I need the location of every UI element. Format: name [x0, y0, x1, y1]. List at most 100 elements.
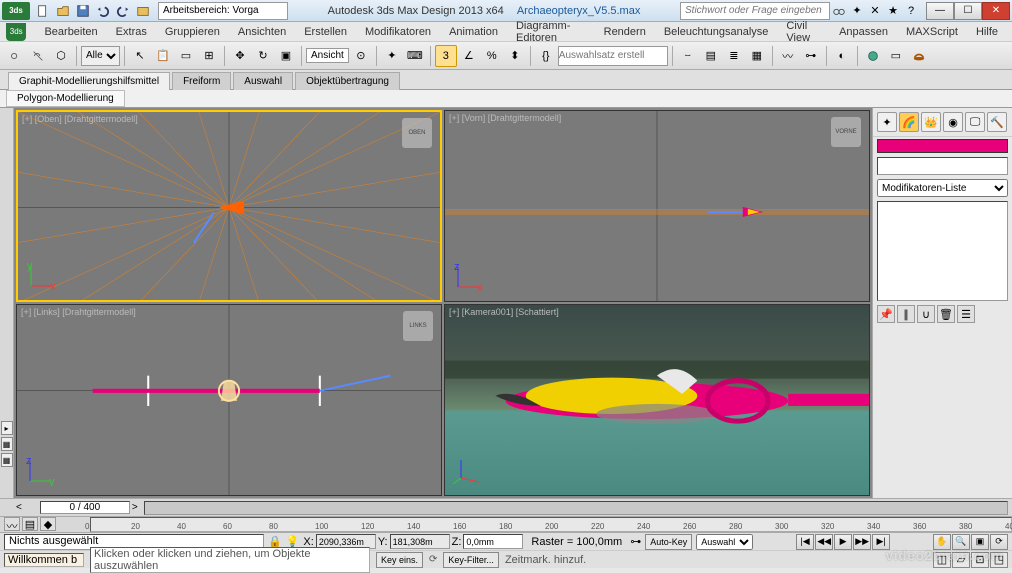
hierarchy-tab-icon[interactable]: 👑: [921, 112, 941, 132]
snap-toggle-icon[interactable]: 3: [435, 45, 457, 67]
viewport-label[interactable]: [+] [Links] [Drahtgittermodell]: [21, 307, 136, 317]
viewport-label[interactable]: [+] [Kamera001] [Schattiert]: [449, 307, 559, 317]
menu-lighting[interactable]: Beleuchtungsanalyse: [656, 24, 777, 40]
play-icon[interactable]: ▶: [834, 534, 852, 550]
viewport-camera[interactable]: [+] [Kamera001] [Schattiert]: [444, 304, 870, 496]
viewcube[interactable]: VORNE: [831, 117, 861, 147]
configure-sets-icon[interactable]: ☰: [957, 305, 975, 323]
ribbon-tab-objpaint[interactable]: Objektübertragung: [295, 72, 400, 90]
comm-center-icon[interactable]: ⊶: [630, 535, 641, 548]
menu-graph[interactable]: Diagramm-Editoren: [508, 18, 594, 46]
project-icon[interactable]: [134, 2, 152, 20]
select-region-icon[interactable]: ▭: [175, 45, 197, 67]
zoom-extents-icon[interactable]: ▣: [971, 534, 989, 550]
time-slider-track[interactable]: [144, 501, 1008, 515]
menu-modifiers[interactable]: Modifikatoren: [357, 24, 439, 40]
app-menu-button[interactable]: 3ds: [2, 2, 30, 20]
help-icon[interactable]: ?: [902, 2, 920, 20]
select-name-icon[interactable]: 📋: [152, 45, 174, 67]
trackbar-key-icon[interactable]: ◆: [40, 517, 56, 531]
manipulate-icon[interactable]: ✦: [381, 45, 403, 67]
menu-civilview[interactable]: Civil View: [778, 18, 829, 46]
percent-snap-icon[interactable]: %: [481, 45, 503, 67]
menu-views[interactable]: Ansichten: [230, 24, 294, 40]
zoom-all-icon[interactable]: ⊡: [971, 552, 989, 568]
utilities-tab-icon[interactable]: 🔨: [987, 112, 1007, 132]
trackbar-filter-icon[interactable]: ▤: [22, 517, 38, 531]
close-button[interactable]: ✕: [982, 2, 1010, 20]
expand-button[interactable]: ▸: [1, 421, 13, 435]
goto-end-icon[interactable]: ▶|: [872, 534, 890, 550]
remove-modifier-icon[interactable]: 🗑: [937, 305, 955, 323]
rotate-icon[interactable]: ↻: [252, 45, 274, 67]
modifier-stack[interactable]: [877, 201, 1008, 301]
menu-customize[interactable]: Anpassen: [831, 24, 896, 40]
ref-coord-system[interactable]: Ansicht: [306, 48, 349, 63]
menu-create[interactable]: Erstellen: [296, 24, 355, 40]
object-name-field[interactable]: [877, 157, 1008, 175]
align-icon[interactable]: ▤: [700, 45, 722, 67]
modifier-list-dropdown[interactable]: Modifikatoren-Liste: [877, 179, 1008, 197]
orbit-icon[interactable]: ⟳: [990, 534, 1008, 550]
ribbon-tab-freeform[interactable]: Freiform: [172, 72, 231, 90]
viewcube[interactable]: OBEN: [402, 118, 432, 148]
frame-indicator[interactable]: 0 / 400: [40, 501, 130, 514]
undo-icon[interactable]: [94, 2, 112, 20]
viewport-top[interactable]: [+] [Oben] [Drahtgittermodell] OBEN xy: [16, 110, 442, 302]
show-end-result-icon[interactable]: ∥: [897, 305, 915, 323]
menu-group[interactable]: Gruppieren: [157, 24, 228, 40]
viewcube[interactable]: LINKS: [403, 311, 433, 341]
zoom-icon[interactable]: 🔍: [952, 534, 970, 550]
setkey-button[interactable]: Key eins.: [376, 552, 423, 568]
menu-maxscript[interactable]: MAXScript: [898, 24, 966, 40]
object-color-swatch[interactable]: [877, 139, 1008, 153]
z-coord-field[interactable]: [463, 534, 523, 549]
graphite-toggle-icon[interactable]: ▦: [746, 45, 768, 67]
redo-icon[interactable]: [114, 2, 132, 20]
pivot-icon[interactable]: ⊙: [350, 45, 372, 67]
open-icon[interactable]: [54, 2, 72, 20]
prev-frame-icon[interactable]: ◀◀: [815, 534, 833, 550]
viewport-layout-button-2[interactable]: ▦: [1, 453, 13, 467]
binoculars-icon[interactable]: [830, 2, 848, 20]
goto-start-icon[interactable]: |◀: [796, 534, 814, 550]
menu-animation[interactable]: Animation: [441, 24, 506, 40]
viewport-layout-button[interactable]: ▦: [1, 437, 13, 451]
scale-icon[interactable]: ▣: [275, 45, 297, 67]
render-frame-icon[interactable]: ▭: [885, 45, 907, 67]
curve-editor-icon[interactable]: 〰: [777, 45, 799, 67]
app-button[interactable]: 3ds: [6, 23, 26, 41]
favorite-icon[interactable]: ★: [884, 2, 902, 20]
editnamedselset-icon[interactable]: {}: [535, 45, 557, 67]
menu-tools[interactable]: Extras: [108, 24, 155, 40]
minimize-button[interactable]: —: [926, 2, 954, 20]
pan-icon[interactable]: ✋: [933, 534, 951, 550]
subscription-icon[interactable]: ✦: [848, 2, 866, 20]
keyfilter-button[interactable]: Key-Filter...: [443, 552, 499, 568]
max-toggle-icon[interactable]: ◳: [990, 552, 1008, 568]
unlink-icon[interactable]: [27, 45, 49, 67]
ribbon-tab-graphite[interactable]: Graphit-Modellierungshilfsmittel: [8, 72, 170, 90]
select-icon[interactable]: ↖: [129, 45, 151, 67]
save-icon[interactable]: [74, 2, 92, 20]
menu-render[interactable]: Rendern: [596, 24, 654, 40]
viewport-label[interactable]: [+] [Vorn] [Drahtgittermodell]: [449, 113, 561, 123]
layers-icon[interactable]: ≣: [723, 45, 745, 67]
maximize-button[interactable]: ☐: [954, 2, 982, 20]
menu-edit[interactable]: Bearbeiten: [36, 24, 105, 40]
bind-icon[interactable]: ⬡: [50, 45, 72, 67]
trackbar-ruler[interactable]: 0204060801001201401601802002202402602803…: [90, 517, 1012, 532]
add-timetag[interactable]: Zeitmark. hinzuf.: [505, 554, 586, 566]
schematic-view-icon[interactable]: ⊶: [800, 45, 822, 67]
ribbon-panel-polymodel[interactable]: Polygon-Modellierung: [6, 90, 125, 107]
menu-help[interactable]: Hilfe: [968, 24, 1006, 40]
mini-curve-editor-icon[interactable]: 〰: [4, 517, 20, 531]
viewport-label[interactable]: [+] [Oben] [Drahtgittermodell]: [22, 114, 138, 124]
y-coord-field[interactable]: [390, 534, 450, 549]
display-tab-icon[interactable]: 🖵: [965, 112, 985, 132]
mirror-icon[interactable]: ⧿: [677, 45, 699, 67]
keyboard-shortcut-icon[interactable]: ⌨: [404, 45, 426, 67]
autokey-button[interactable]: Auto-Key: [645, 534, 692, 550]
new-icon[interactable]: [34, 2, 52, 20]
render-setup-icon[interactable]: [862, 45, 884, 67]
